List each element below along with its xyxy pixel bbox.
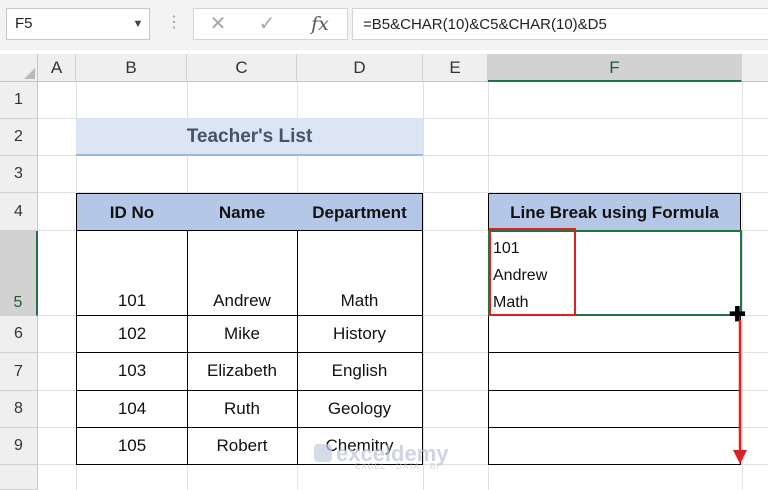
fx-icon[interactable]: fx (305, 8, 335, 40)
table-cell[interactable]: Andrew (187, 230, 298, 316)
column-header-b[interactable]: B (76, 54, 187, 82)
row-header-8[interactable]: 8 (0, 391, 38, 428)
check-icon[interactable]: ✓ (252, 8, 282, 40)
logo-icon (314, 444, 332, 462)
row-header-5[interactable]: 5 (0, 231, 38, 316)
column-header-f[interactable]: F (488, 54, 742, 82)
sheet-title[interactable]: Teacher's List (76, 118, 423, 156)
column-header-c[interactable]: C (187, 54, 297, 82)
row-header-3[interactable]: 3 (0, 156, 38, 193)
result-cell-f8[interactable] (488, 390, 741, 428)
gridline (423, 82, 424, 490)
row-header-4[interactable]: 4 (0, 193, 38, 231)
watermark-tagline: EXCEL · DATA · BI (355, 462, 440, 471)
row-header-10[interactable] (0, 465, 38, 490)
table-cell[interactable]: 101 (76, 230, 188, 316)
highlight-box (489, 228, 576, 316)
header-line-break[interactable]: Line Break using Formula (488, 193, 741, 231)
arrow-down-icon (733, 320, 747, 464)
close-icon[interactable]: ✕ (203, 8, 233, 40)
header-department[interactable]: Department (297, 193, 423, 231)
row-header-7[interactable]: 7 (0, 353, 38, 391)
drag-handle-icon[interactable]: ⋮ (166, 8, 182, 40)
column-header-e[interactable]: E (423, 54, 488, 82)
row-header-2[interactable]: 2 (0, 119, 38, 156)
table-cell[interactable]: History (297, 315, 423, 353)
table-cell[interactable]: 104 (76, 390, 188, 428)
table-cell[interactable]: Ruth (187, 390, 298, 428)
table-cell[interactable]: Elizabeth (187, 352, 298, 391)
formula-input[interactable]: =B5&CHAR(10)&C5&CHAR(10)&D5 (352, 8, 768, 40)
result-cell-f6[interactable] (488, 315, 741, 353)
table-cell[interactable]: 102 (76, 315, 188, 353)
result-cell-f9[interactable] (488, 427, 741, 465)
header-id-no[interactable]: ID No (76, 193, 188, 231)
table-cell[interactable]: Geology (297, 390, 423, 428)
table-cell[interactable]: English (297, 352, 423, 391)
chevron-down-icon[interactable]: ▼ (128, 8, 148, 40)
table-cell[interactable]: 103 (76, 352, 188, 391)
column-header-g[interactable] (742, 54, 768, 82)
header-name[interactable]: Name (187, 193, 298, 231)
column-header-d[interactable]: D (297, 54, 423, 82)
table-cell[interactable]: Mike (187, 315, 298, 353)
row-header-9[interactable]: 9 (0, 428, 38, 465)
column-header-a[interactable]: A (38, 54, 76, 82)
select-all-triangle (24, 68, 35, 79)
table-cell[interactable]: Robert (187, 427, 298, 465)
row-header-6[interactable]: 6 (0, 316, 38, 353)
table-cell[interactable]: Math (297, 230, 423, 316)
result-cell-f7[interactable] (488, 352, 741, 391)
table-cell[interactable]: 105 (76, 427, 188, 465)
row-header-1[interactable]: 1 (0, 82, 38, 119)
